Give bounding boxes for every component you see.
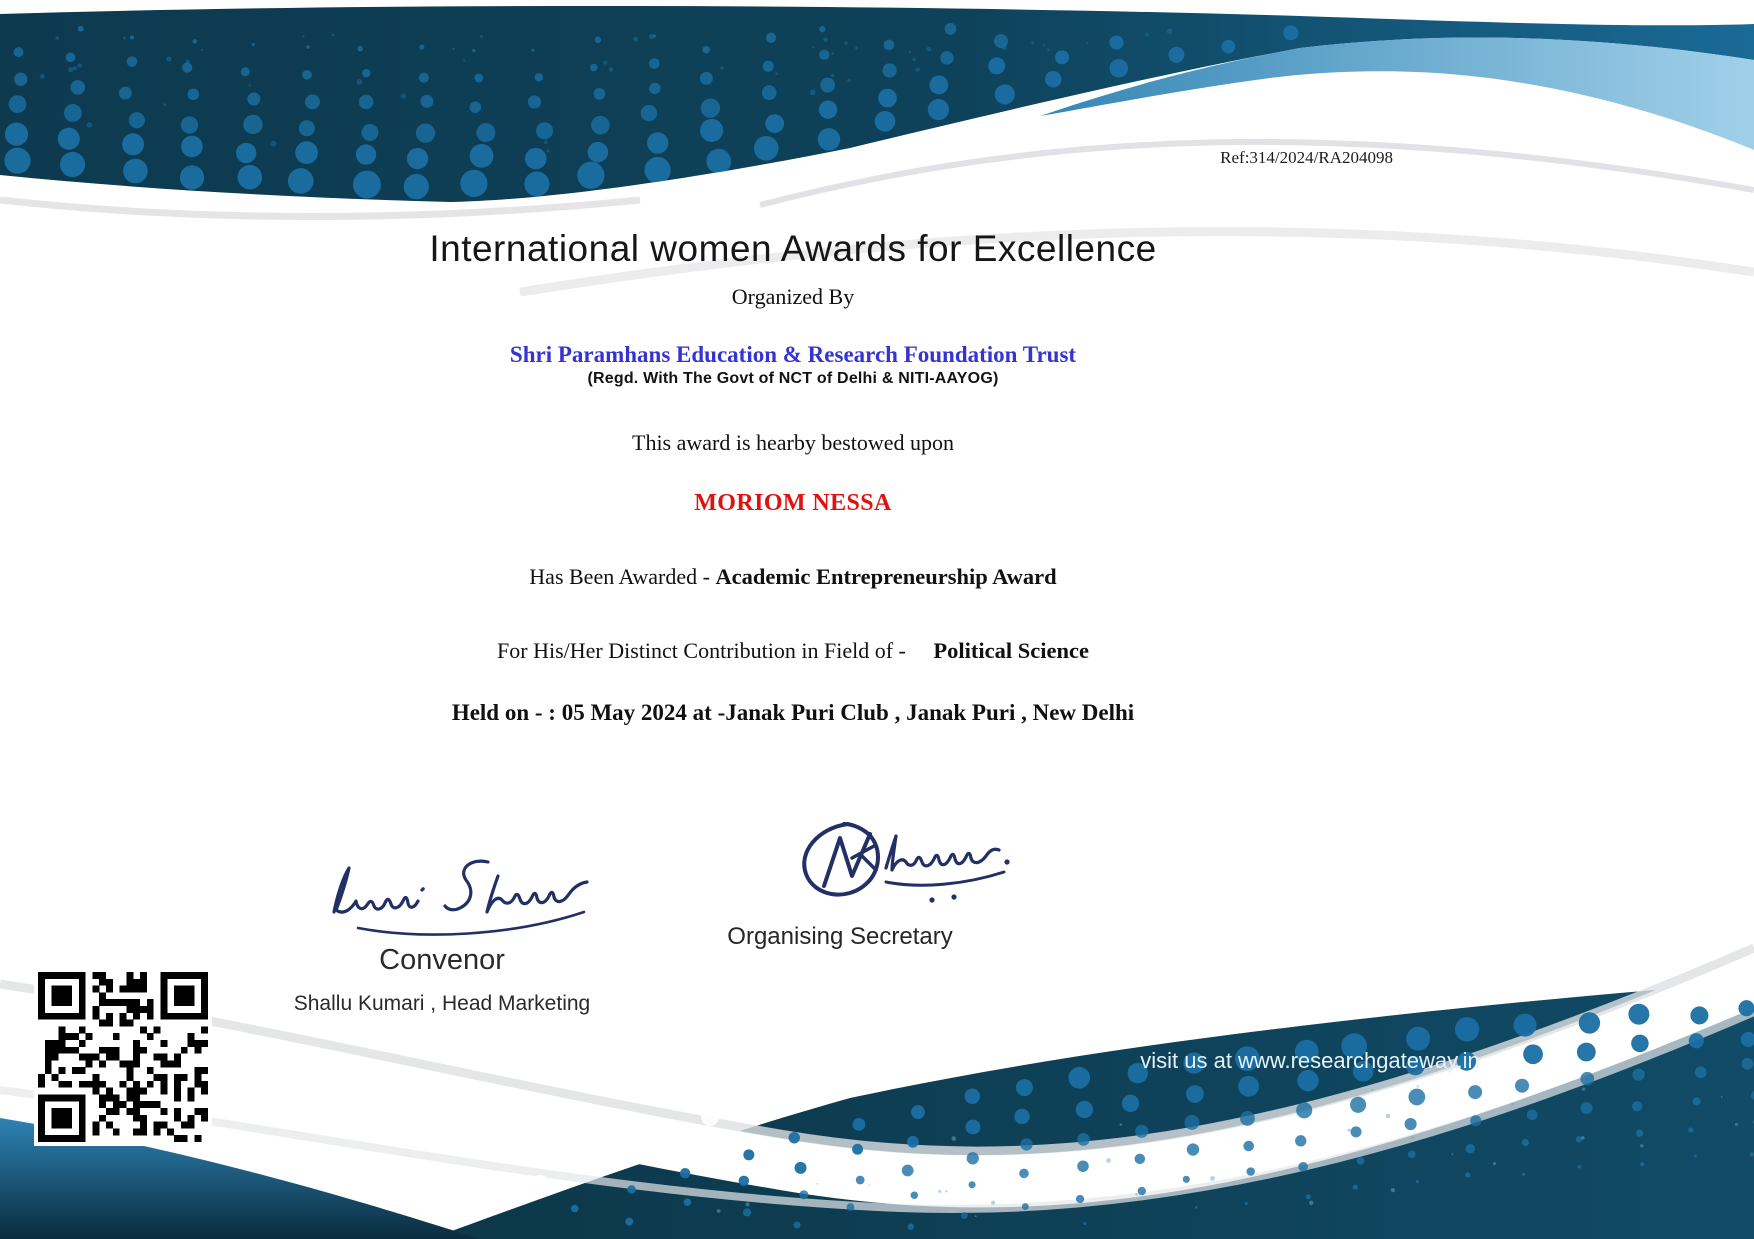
convenor-title: Convenor [242,944,642,977]
convenor-signature [322,848,602,953]
award-line-prefix: Has Been Awarded - [529,564,710,589]
organized-by-label: Organized By [0,284,1586,310]
recipient-name: MORIOM NESSA [0,490,1586,517]
organization-name: Shri Paramhans Education & Research Foun… [0,342,1586,368]
reference-number: Ref:314/2024/RA204098 [1220,148,1393,168]
organising-secretary-title: Organising Secretary [640,923,1040,951]
bestowed-line: This award is hearby bestowed upon [0,430,1586,456]
qr-code-image [38,972,208,1142]
organising-secretary-signature [782,812,1052,927]
event-line: Held on - : 05 May 2024 at -Janak Puri C… [0,700,1586,726]
website-line: visit us at www.researchgateway.in [1100,1048,1520,1074]
certificate-title: International women Awards for Excellenc… [0,228,1586,270]
field-line: For His/Her Distinct Contribution in Fie… [0,638,1586,664]
award-line: Has Been Awarded - Academic Entrepreneur… [0,564,1586,590]
certificate-page: Ref:314/2024/RA204098 International wome… [0,0,1754,1239]
top-wave-dark [0,6,1754,202]
organization-registration-note: (Regd. With The Govt of NCT of Delhi & N… [0,370,1586,388]
convenor-name-line: Shallu Kumari , Head Marketing [142,992,742,1016]
award-name: Academic Entrepreneurship Award [715,564,1056,589]
field-name: Political Science [933,638,1089,663]
field-line-prefix: For His/Her Distinct Contribution in Fie… [497,638,906,663]
qr-code [34,968,212,1146]
